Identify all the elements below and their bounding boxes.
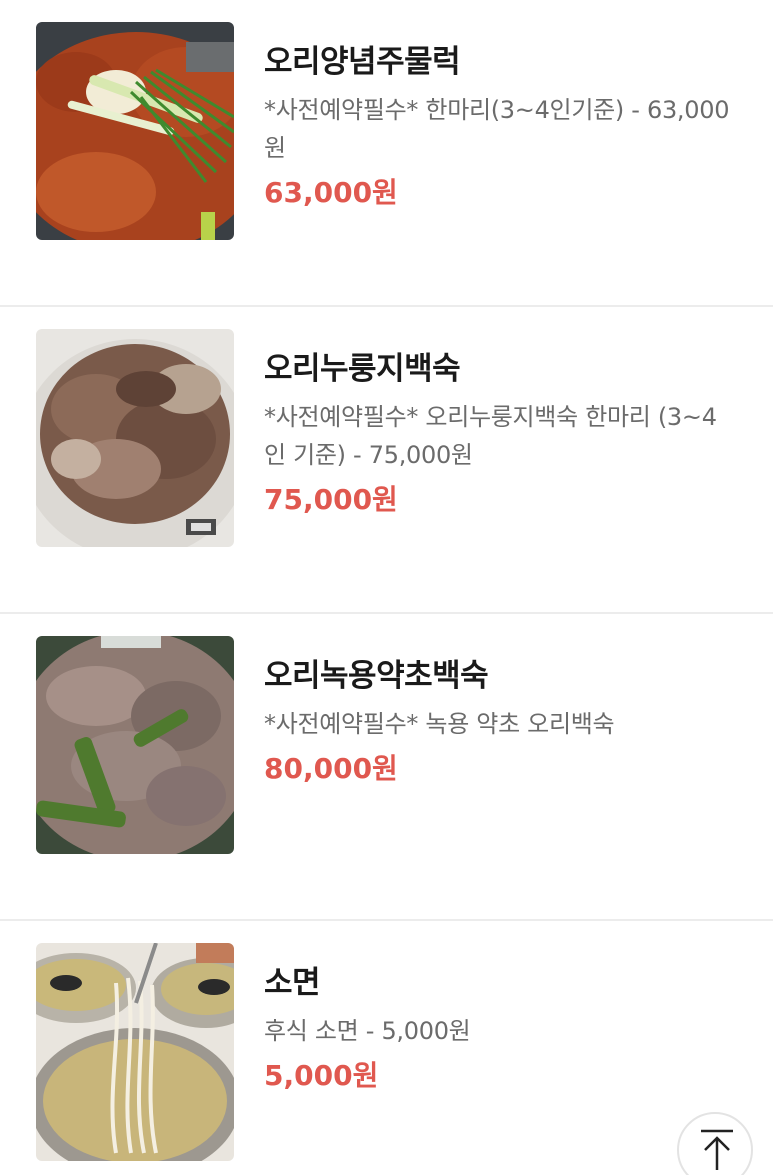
menu-item-info: 오리누룽지백숙 *사전예약필수* 오리누룽지백숙 한마리 (3~4인 기준) -… [264,347,734,524]
menu-item-name: 오리녹용약초백숙 [264,658,489,694]
duck-herbal-baeksuk-photo [36,636,234,854]
menu-item-info: 소면 후식 소면 - 5,000원 5,000원 [264,961,734,1100]
menu-list: 오리양념주물럭 *사전예약필수* 한마리(3~4인기준) - 63,000원 6… [0,0,773,1175]
spicy-duck-bulgogi-photo [36,22,234,240]
duck-nurungji-baeksuk-photo [36,329,234,547]
menu-item-info: 오리양념주물럭 *사전예약필수* 한마리(3~4인기준) - 63,000원 6… [264,40,734,217]
menu-item-description: *사전예약필수* 한마리(3~4인기준) - 63,000원 [264,96,730,162]
menu-item-price: 63,000원 [264,176,398,209]
menu-item-info: 오리녹용약초백숙 *사전예약필수* 녹용 약초 오리백숙 80,000원 [264,654,734,793]
menu-item-description: 후식 소면 - 5,000원 [264,1017,471,1045]
menu-item-price: 80,000원 [264,752,398,785]
menu-item-name: 소면 [264,965,321,1001]
menu-item-name: 오리양념주물럭 [264,44,461,80]
menu-item-description: *사전예약필수* 녹용 약초 오리백숙 [264,710,615,738]
menu-item-name: 오리누룽지백숙 [264,351,461,387]
menu-item[interactable]: 소면 후식 소면 - 5,000원 5,000원 [0,921,773,1175]
menu-item-price: 75,000원 [264,483,398,516]
arrow-up-to-top-icon [701,1129,733,1170]
menu-item-description: *사전예약필수* 오리누룽지백숙 한마리 (3~4인 기준) - 75,000원 [264,403,717,469]
menu-item[interactable]: 오리누룽지백숙 *사전예약필수* 오리누룽지백숙 한마리 (3~4인 기준) -… [0,307,773,614]
menu-item-price: 5,000원 [264,1059,379,1092]
menu-item[interactable]: 오리녹용약초백숙 *사전예약필수* 녹용 약초 오리백숙 80,000원 [0,614,773,921]
somyeon-noodle-photo [36,943,234,1161]
menu-item[interactable]: 오리양념주물럭 *사전예약필수* 한마리(3~4인기준) - 63,000원 6… [0,0,773,307]
